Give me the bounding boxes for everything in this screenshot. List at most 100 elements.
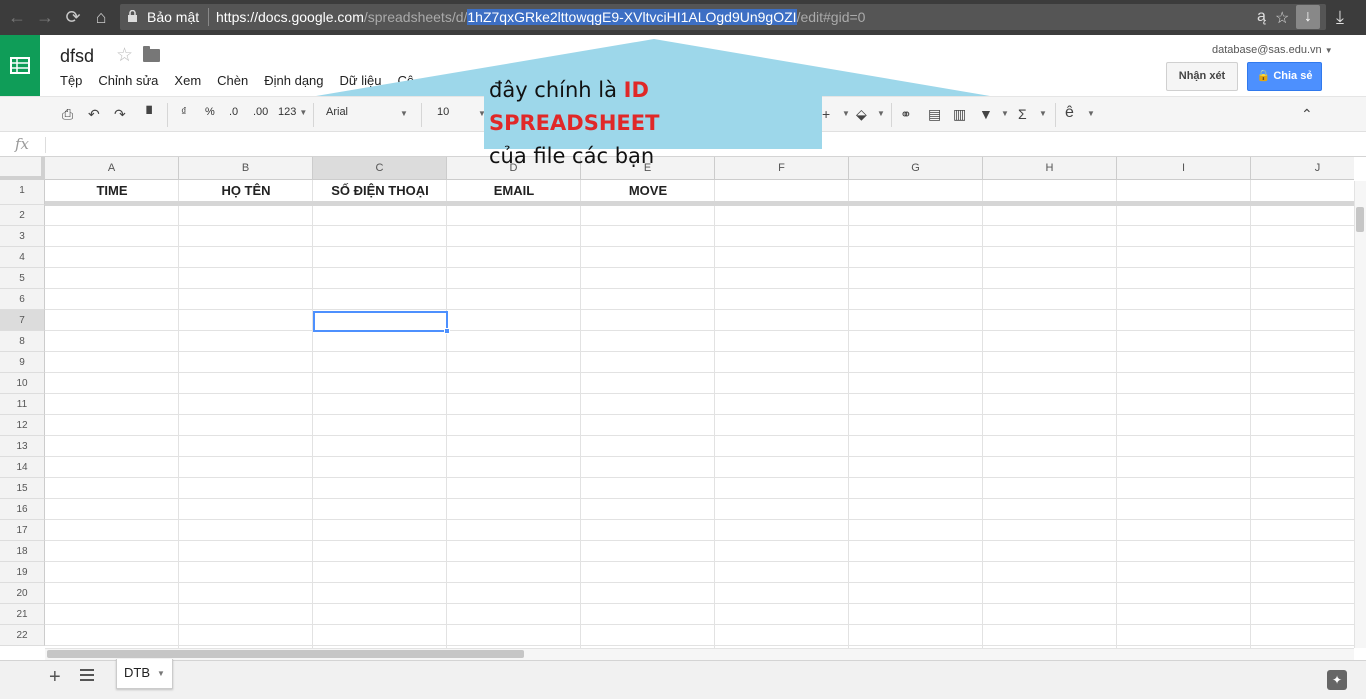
column-header-b[interactable]: B [179, 157, 313, 180]
spreadsheet-grid[interactable]: A B C D E F G H I J 1 2 3 4 5 6 7 8 9 10 11 12 13 14 15 16 17 18 19 2… [0, 157, 1354, 648]
functions-icon[interactable]: Σ [1018, 106, 1027, 122]
menu-data[interactable]: Dữ liệu [340, 73, 382, 88]
print-icon[interactable]: ⎙ [62, 106, 73, 123]
row-header-11[interactable]: 11 [0, 394, 45, 415]
share-button[interactable]: 🔒 Chia sẻ [1247, 62, 1322, 91]
header-cell-c1[interactable]: SỐ ĐIỆN THOẠI [313, 183, 447, 198]
row-header-4[interactable]: 4 [0, 247, 45, 268]
document-title[interactable]: dfsd [60, 46, 94, 67]
row-header-13[interactable]: 13 [0, 436, 45, 457]
selected-cell[interactable] [313, 311, 448, 332]
link-icon[interactable]: ⚭ [900, 106, 912, 123]
browser-toolbar: ← → ⟳ ⌂ Bảo mật https://docs.google.com/… [0, 0, 1366, 35]
download-progress-icon[interactable]: ↓ [1296, 5, 1320, 29]
row-header-5[interactable]: 5 [0, 268, 45, 289]
frozen-row-divider[interactable] [45, 201, 1354, 206]
vertical-scrollbar[interactable] [1354, 181, 1366, 648]
menu-insert[interactable]: Chèn [217, 73, 248, 88]
column-header-j[interactable]: J [1251, 157, 1354, 180]
url-spreadsheet-id: 1hZ7qxGRke2lttowqgE9-XVltvciHI1ALOgd9Un9… [467, 9, 797, 25]
star-icon[interactable]: ☆ [116, 44, 133, 67]
comments-button[interactable]: Nhận xét [1166, 62, 1238, 91]
header-cell-d1[interactable]: EMAIL [447, 183, 581, 198]
row-header-7[interactable]: 7 [0, 310, 45, 331]
translate-icon[interactable]: ą [1257, 8, 1266, 26]
collapse-menu-icon[interactable]: ⌃ [1301, 106, 1313, 123]
row-header-21[interactable]: 21 [0, 604, 45, 625]
header-cell-b1[interactable]: HỌ TÊN [179, 183, 313, 198]
row-header-16[interactable]: 16 [0, 499, 45, 520]
fill-color-icon[interactable]: ⬙ [856, 106, 867, 123]
column-header-c[interactable]: C [313, 157, 447, 180]
caret-icon: ▼ [877, 109, 885, 118]
account-email-text: database@sas.edu.vn [1212, 44, 1322, 56]
forward-icon[interactable]: → [34, 6, 56, 28]
menu-format[interactable]: Định dạng [264, 73, 323, 88]
bookmark-star-icon[interactable]: ☆ [1275, 8, 1289, 28]
row-header-12[interactable]: 12 [0, 415, 45, 436]
add-sheet-icon[interactable]: + [49, 666, 61, 689]
undo-icon[interactable]: ↶ [88, 106, 100, 123]
select-all-corner[interactable] [0, 157, 45, 180]
account-email[interactable]: database@sas.edu.vn ▼ [1212, 44, 1333, 56]
percent-button[interactable]: % [205, 106, 215, 118]
menu-tools[interactable]: Cô [397, 73, 414, 88]
sheet-tab-label: DTB [124, 665, 150, 680]
row-header-9[interactable]: 9 [0, 352, 45, 373]
column-header-a[interactable]: A [45, 157, 179, 180]
column-header-h[interactable]: H [983, 157, 1117, 180]
currency-button[interactable]: ₫ [181, 106, 187, 118]
header-cell-a1[interactable]: TIME [45, 183, 179, 198]
row-header-14[interactable]: 14 [0, 457, 45, 478]
comment-icon[interactable]: ▤ [928, 106, 941, 123]
all-sheets-icon[interactable] [80, 669, 94, 681]
row-header-3[interactable]: 3 [0, 226, 45, 247]
row-header-6[interactable]: 6 [0, 289, 45, 310]
home-icon[interactable]: ⌂ [90, 6, 112, 28]
decrease-decimal-button[interactable]: .0 [229, 106, 238, 118]
horizontal-scroll-thumb[interactable] [47, 650, 524, 658]
column-gridline [1116, 180, 1117, 648]
increase-decimal-button[interactable]: .00 [253, 106, 268, 118]
row-header-8[interactable]: 8 [0, 331, 45, 352]
row-header-15[interactable]: 15 [0, 478, 45, 499]
redo-icon[interactable]: ↷ [114, 106, 126, 123]
menu-file[interactable]: Tệp [60, 73, 82, 88]
merge-cells-icon[interactable]: + [822, 106, 830, 122]
menu-view[interactable]: Xem [174, 73, 201, 88]
download-icon[interactable]: ⤓ [1329, 6, 1351, 28]
row-header-10[interactable]: 10 [0, 373, 45, 394]
reload-icon[interactable]: ⟳ [62, 6, 84, 28]
row-gridline [45, 372, 1354, 373]
row-header-22[interactable]: 22 [0, 625, 45, 646]
row-header-20[interactable]: 20 [0, 583, 45, 604]
column-header-g[interactable]: G [849, 157, 983, 180]
row-header-2[interactable]: 2 [0, 205, 45, 226]
explore-icon[interactable]: ✦ [1327, 670, 1347, 690]
row-gridline [45, 645, 1354, 646]
chart-icon[interactable]: ▥ [953, 106, 966, 123]
more-formats-button[interactable]: 123 ▼ [278, 106, 307, 118]
menu-edit[interactable]: Chỉnh sửa [98, 73, 158, 88]
fill-handle[interactable] [444, 328, 450, 334]
sheets-logo[interactable] [0, 35, 40, 96]
address-bar[interactable]: Bảo mật https://docs.google.com/spreadsh… [120, 4, 1326, 30]
toolbar-divider [167, 103, 168, 127]
column-header-i[interactable]: I [1117, 157, 1251, 180]
url-text[interactable]: https://docs.google.com/spreadsheets/d/1… [216, 9, 865, 25]
header-cell-e1[interactable]: MOVE [581, 183, 715, 198]
font-select[interactable]: Arial [326, 106, 348, 118]
row-gridline [45, 330, 1354, 331]
filter-icon[interactable]: ▼ [979, 106, 993, 122]
paint-format-icon[interactable]: ▝ [141, 106, 152, 123]
font-size-select[interactable]: 10 [437, 106, 449, 118]
input-tools-icon[interactable]: ê [1065, 104, 1074, 122]
back-icon[interactable]: ← [6, 6, 28, 28]
row-header-19[interactable]: 19 [0, 562, 45, 583]
row-header-17[interactable]: 17 [0, 520, 45, 541]
folder-icon[interactable] [143, 46, 160, 62]
row-header-18[interactable]: 18 [0, 541, 45, 562]
vertical-scroll-thumb[interactable] [1356, 207, 1364, 232]
sheet-tab-caret-icon[interactable]: ▼ [157, 669, 165, 678]
row-header-1[interactable]: 1 [0, 180, 45, 205]
